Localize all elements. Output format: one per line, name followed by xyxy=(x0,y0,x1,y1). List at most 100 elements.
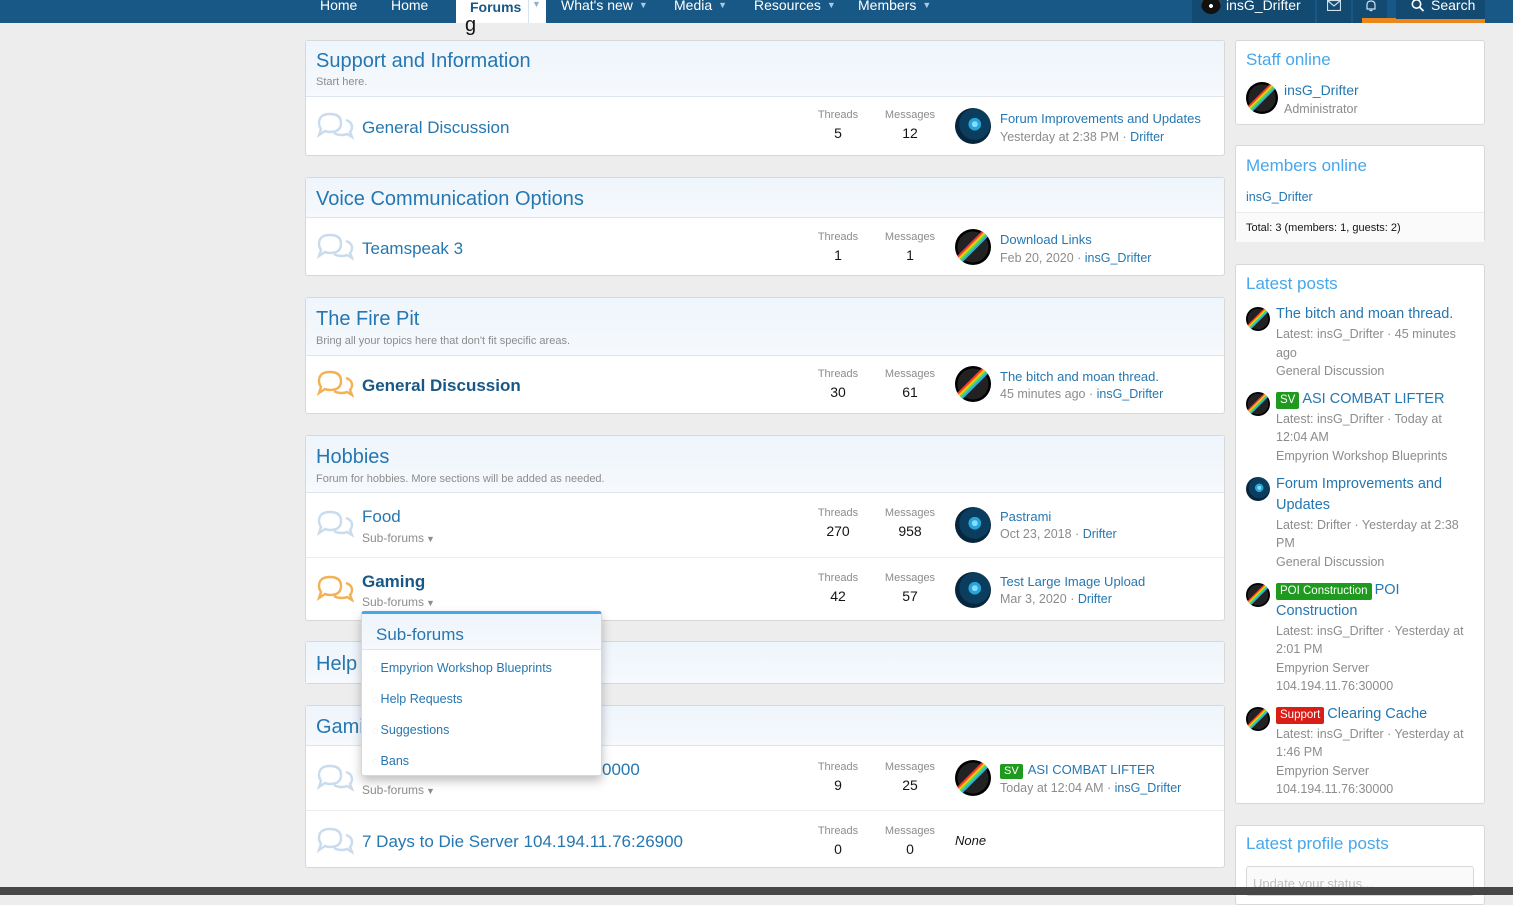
forum-row: 7 Days to Die Server 104.194.11.76:26900… xyxy=(306,810,1224,868)
avatar[interactable] xyxy=(955,366,991,402)
search-button[interactable]: Search xyxy=(1396,0,1485,23)
avatar[interactable] xyxy=(1246,707,1270,731)
chat-bubbles-icon xyxy=(316,827,355,860)
latest-post-title[interactable]: POI Construction POI xyxy=(1276,580,1476,601)
last-post-title[interactable]: SV ASI COMBAT LIFTER xyxy=(1000,762,1155,779)
subforum-link[interactable]: ◌ Bans xyxy=(372,754,409,768)
subforum-link[interactable]: ◌ Suggestions xyxy=(372,723,449,737)
avatar[interactable] xyxy=(955,572,991,608)
forum-link[interactable]: Teamspeak 3 xyxy=(362,239,463,259)
avatar[interactable] xyxy=(955,507,991,543)
nav-tab-media[interactable]: Media ▼ xyxy=(674,0,727,22)
last-post-time[interactable]: Oct 23, 2018 xyxy=(1000,527,1072,541)
avatar[interactable] xyxy=(955,108,991,144)
latest-post-title[interactable]: Forum Improvements and xyxy=(1276,474,1476,495)
last-post-user[interactable]: insG_Drifter xyxy=(1085,251,1152,265)
forum-link[interactable]: Food xyxy=(362,507,401,527)
latest-post-forum[interactable]: 104.194.11.76:30000 xyxy=(1276,780,1476,799)
member-name[interactable]: insG_Drifter xyxy=(1246,190,1313,204)
widget-title[interactable]: Staff online xyxy=(1246,50,1331,70)
prefix-badge[interactable]: Support xyxy=(1276,707,1325,724)
latest-post-forum[interactable]: Empyrion Server xyxy=(1276,762,1476,781)
subforums-toggle[interactable]: Sub-forums ▼ xyxy=(362,783,435,797)
last-post-user[interactable]: Drifter xyxy=(1083,527,1117,541)
latest-post-forum[interactable]: General Discussion xyxy=(1276,553,1476,572)
prefix-badge[interactable]: POI Construction xyxy=(1276,583,1372,600)
chevron-down-icon[interactable]: ▼ xyxy=(827,0,836,10)
latest-post-forum[interactable]: Empyrion Workshop Blueprints xyxy=(1276,447,1476,466)
last-post-title-link[interactable]: ASI COMBAT LIFTER xyxy=(1028,762,1155,777)
latest-post-title-link[interactable]: Clearing Cache xyxy=(1327,706,1427,722)
latest-post-title[interactable]: The bitch and moan thread. xyxy=(1276,304,1476,325)
avatar[interactable] xyxy=(1246,307,1270,331)
inbox-button[interactable] xyxy=(1317,0,1351,23)
avatar[interactable] xyxy=(1246,392,1270,416)
latest-post-forum[interactable]: General Discussion xyxy=(1276,362,1476,381)
latest-post-forum[interactable]: 104.194.11.76:30000 xyxy=(1276,677,1476,696)
avatar[interactable] xyxy=(1246,583,1270,607)
chevron-down-icon[interactable]: ▼ xyxy=(639,0,648,10)
nav-tab-resources[interactable]: Resources ▼ xyxy=(754,0,836,22)
last-post-time[interactable]: Feb 20, 2020 xyxy=(1000,251,1074,265)
forum-link[interactable]: General Discussion xyxy=(362,118,509,138)
nav-tab-whats-new[interactable]: What's new ▼ xyxy=(561,0,648,22)
forum-link[interactable]: 0000 xyxy=(602,760,640,780)
last-post-title[interactable]: Test Large Image Upload xyxy=(1000,574,1145,589)
category-title[interactable]: Voice Communication Options xyxy=(316,188,584,211)
widget-title[interactable]: Latest posts xyxy=(1246,274,1338,294)
nav-tab-members[interactable]: Members ▼ xyxy=(858,0,931,22)
latest-post-title[interactable]: Updates xyxy=(1276,495,1476,516)
last-post-time[interactable]: Today at 12:04 AM xyxy=(1000,781,1104,795)
nav-tab-home[interactable]: Home xyxy=(320,0,357,22)
staff-name[interactable]: insG_Drifter xyxy=(1284,82,1359,98)
last-post-title[interactable]: The bitch and moan thread. xyxy=(1000,369,1159,384)
category-title[interactable]: Help xyxy=(316,653,357,676)
subforums-label: Sub-forums xyxy=(362,531,425,545)
latest-post-title-link[interactable]: ASI COMBAT LIFTER xyxy=(1302,391,1444,407)
forum-link[interactable]: General Discussion xyxy=(362,376,521,396)
latest-post-forum[interactable]: Empyrion Server xyxy=(1276,659,1476,678)
avatar[interactable] xyxy=(955,760,991,796)
last-post-user[interactable]: Drifter xyxy=(1130,130,1164,144)
forum-link[interactable]: Gaming xyxy=(362,572,425,592)
last-post-user[interactable]: insG_Drifter xyxy=(1115,781,1182,795)
category-title[interactable]: Support and Information xyxy=(316,50,531,73)
latest-post-title[interactable]: Support Clearing Cache xyxy=(1276,704,1476,725)
widget-title[interactable]: Latest profile posts xyxy=(1246,834,1389,854)
stat-value: 42 xyxy=(830,588,846,604)
chevron-down-icon[interactable]: ▼ xyxy=(718,0,727,10)
stat-label: Messages xyxy=(884,368,936,380)
subforum-link[interactable]: ◌ Empyrion Workshop Blueprints xyxy=(372,661,552,675)
prefix-badge[interactable]: SV xyxy=(1276,392,1300,409)
chevron-down-icon[interactable]: ▼ xyxy=(532,0,541,9)
forum-link[interactable]: 7 Days to Die Server 104.194.11.76:26900 xyxy=(362,832,683,852)
last-post-title[interactable]: Download Links xyxy=(1000,232,1092,247)
category-title[interactable]: The Fire Pit xyxy=(316,308,419,331)
latest-post-title[interactable]: Construction xyxy=(1276,601,1476,622)
prefix-badge[interactable]: SV xyxy=(1000,764,1023,779)
forum-row: General Discussion Threads 5 Messages 12 F… xyxy=(306,97,1224,155)
account-menu[interactable]: insG_Drifter xyxy=(1192,0,1315,23)
last-post-title[interactable]: Pastrami xyxy=(1000,509,1051,524)
chevron-down-icon[interactable]: ▼ xyxy=(922,0,931,10)
nav-tab-home-2[interactable]: Home xyxy=(391,0,428,22)
subforum-link[interactable]: ◌ Help Requests xyxy=(372,692,463,706)
last-post-user[interactable]: insG_Drifter xyxy=(1097,387,1164,401)
avatar[interactable] xyxy=(1246,477,1270,501)
last-post-time[interactable]: Mar 3, 2020 xyxy=(1000,592,1067,606)
last-post-time[interactable]: 45 minutes ago xyxy=(1000,387,1085,401)
category-header: Support and Information Start here. xyxy=(306,41,1224,97)
last-post-user[interactable]: Drifter xyxy=(1078,592,1112,606)
latest-post-title[interactable]: SV ASI COMBAT LIFTER xyxy=(1276,389,1476,410)
subforums-toggle[interactable]: Sub-forums ▼ xyxy=(362,595,435,609)
avatar[interactable] xyxy=(1246,82,1278,114)
latest-post-title-link[interactable]: POI xyxy=(1375,582,1400,598)
subforums-toggle[interactable]: Sub-forums ▼ xyxy=(362,531,435,545)
category-title[interactable]: Gami xyxy=(316,716,364,739)
last-post-title[interactable]: Forum Improvements and Updates xyxy=(1000,111,1201,126)
widget-title[interactable]: Members online xyxy=(1246,156,1367,176)
last-post-time[interactable]: Yesterday at 2:38 PM xyxy=(1000,130,1119,144)
avatar[interactable] xyxy=(955,229,991,265)
thread-count: Threads 30 xyxy=(803,368,873,400)
category-title[interactable]: Hobbies xyxy=(316,446,389,469)
